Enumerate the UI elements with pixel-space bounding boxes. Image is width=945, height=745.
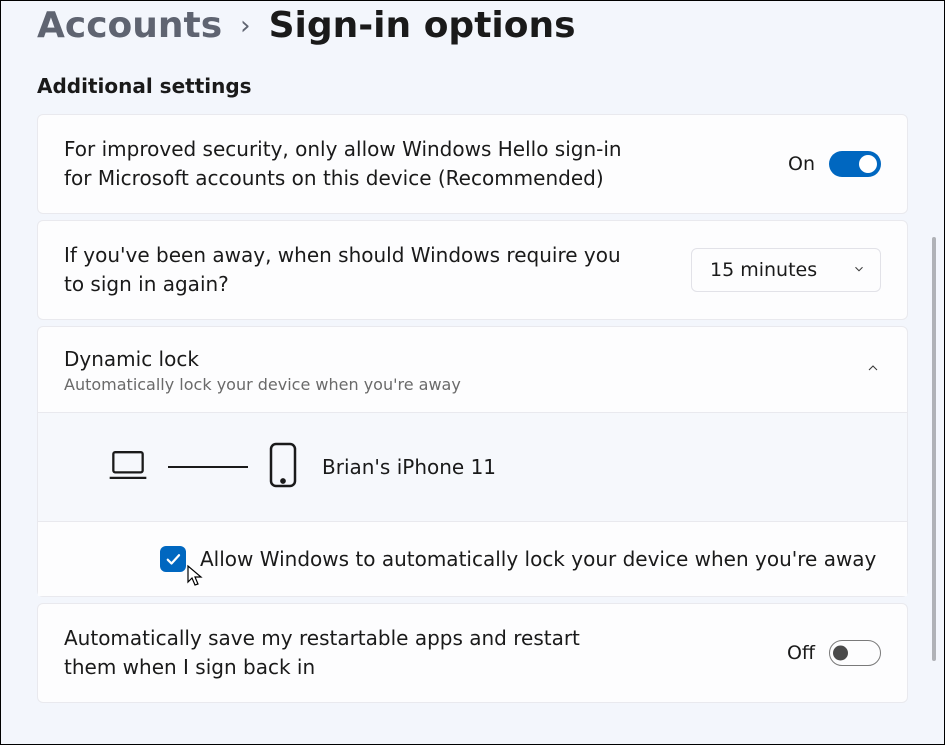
chevron-up-icon	[865, 360, 881, 380]
toggle-state-label: Off	[787, 642, 815, 664]
scrollbar[interactable]	[932, 237, 936, 661]
dynamic-lock-subtitle: Automatically lock your device when you'…	[64, 375, 461, 394]
setting-dynamic-lock: Dynamic lock Automatically lock your dev…	[37, 326, 908, 597]
setting-windows-hello-only: For improved security, only allow Window…	[37, 114, 908, 214]
dynamic-lock-checkbox-row: Allow Windows to automatically lock your…	[38, 521, 907, 596]
phone-icon	[266, 441, 300, 493]
require-signin-dropdown[interactable]: 15 minutes	[691, 248, 881, 292]
setting-windows-hello-only-label: For improved security, only allow Window…	[64, 135, 644, 193]
chevron-down-icon	[852, 259, 866, 281]
dynamic-lock-title: Dynamic lock	[64, 345, 461, 373]
toggle-knob	[833, 646, 848, 661]
setting-require-signin-label: If you've been away, when should Windows…	[64, 241, 644, 299]
breadcrumb-parent[interactable]: Accounts	[37, 5, 222, 46]
chevron-right-icon: ›	[240, 11, 250, 41]
dynamic-lock-header[interactable]: Dynamic lock Automatically lock your dev…	[38, 327, 907, 412]
require-signin-selected-value: 15 minutes	[710, 259, 817, 281]
windows-hello-toggle[interactable]	[829, 151, 881, 177]
dynamic-lock-body: Brian's iPhone 11 Allow Windows to autom…	[38, 412, 907, 596]
setting-require-signin-after-away: If you've been away, when should Windows…	[37, 220, 908, 320]
breadcrumb: Accounts › Sign-in options	[37, 1, 908, 74]
paired-device-name: Brian's iPhone 11	[322, 455, 496, 479]
toggle-knob	[859, 155, 877, 173]
paired-device-row: Brian's iPhone 11	[38, 413, 907, 521]
toggle-state-label: On	[788, 153, 815, 175]
section-heading-additional-settings: Additional settings	[37, 74, 908, 98]
page-title: Sign-in options	[269, 5, 576, 46]
connection-line-icon	[168, 466, 248, 468]
laptop-icon	[106, 443, 150, 491]
dynamic-lock-checkbox-label: Allow Windows to automatically lock your…	[200, 547, 876, 571]
restartable-apps-toggle[interactable]	[829, 640, 881, 666]
dynamic-lock-checkbox[interactable]	[160, 546, 186, 572]
setting-restartable-apps-label: Automatically save my restartable apps a…	[64, 624, 604, 682]
setting-restartable-apps: Automatically save my restartable apps a…	[37, 603, 908, 703]
